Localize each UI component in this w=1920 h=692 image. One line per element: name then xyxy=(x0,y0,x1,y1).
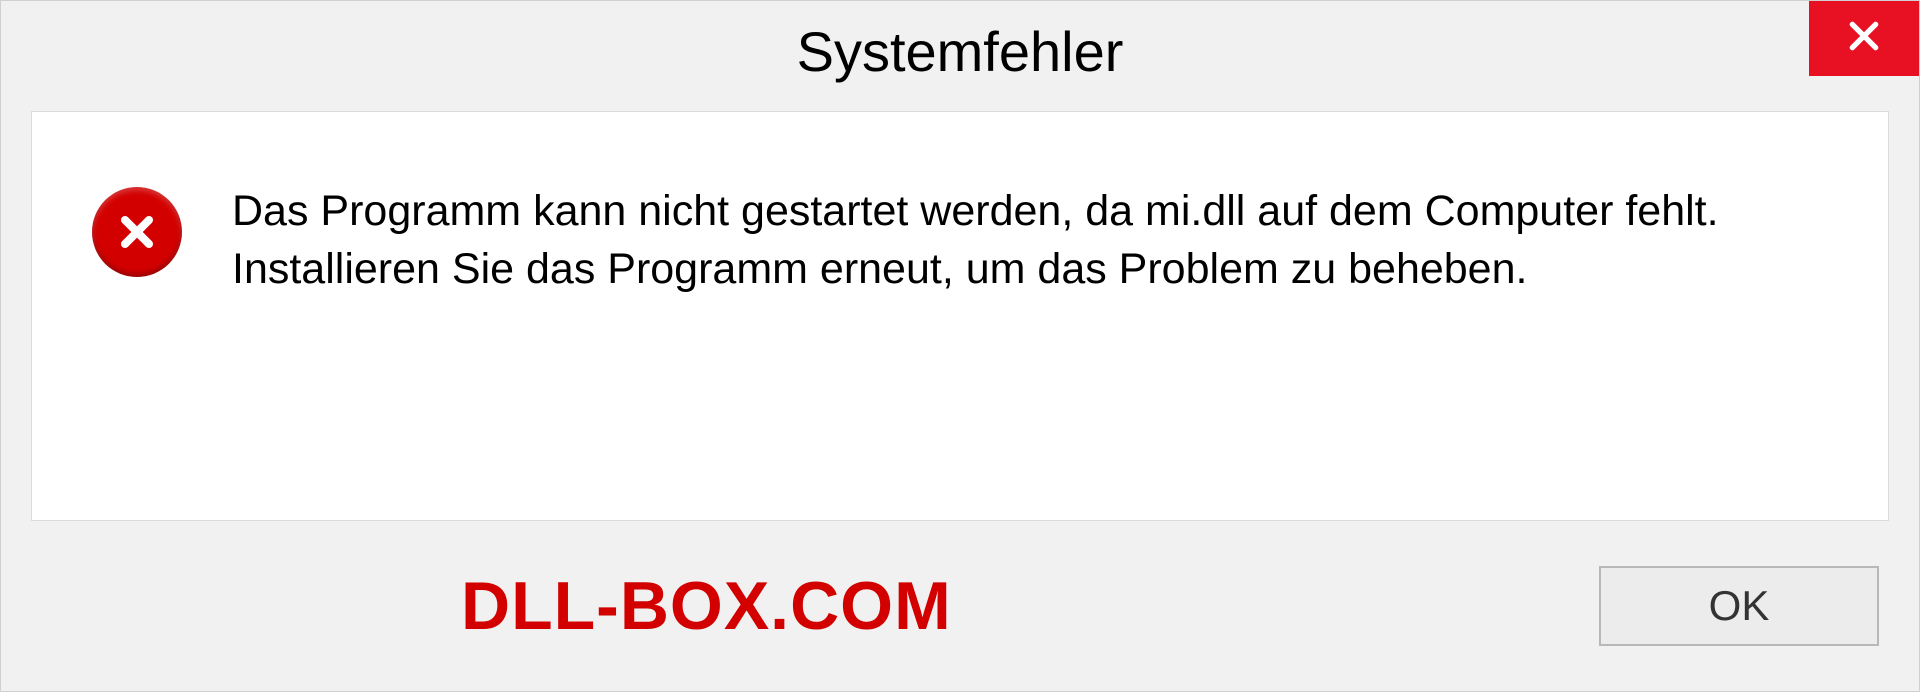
error-icon xyxy=(92,187,182,277)
close-button[interactable] xyxy=(1809,1,1919,76)
content-panel: Das Programm kann nicht gestartet werden… xyxy=(31,111,1889,521)
ok-button-label: OK xyxy=(1709,582,1770,630)
watermark-text: DLL-BOX.COM xyxy=(461,567,952,645)
dialog-footer: DLL-BOX.COM OK xyxy=(1,541,1919,691)
ok-button[interactable]: OK xyxy=(1599,566,1879,646)
error-message: Das Programm kann nicht gestartet werden… xyxy=(232,182,1828,298)
dialog-title: Systemfehler xyxy=(797,19,1124,84)
error-dialog: Systemfehler Das Programm kann nicht ges… xyxy=(0,0,1920,692)
close-icon xyxy=(1844,16,1884,61)
titlebar: Systemfehler xyxy=(1,1,1919,101)
error-icon-container xyxy=(92,182,182,277)
